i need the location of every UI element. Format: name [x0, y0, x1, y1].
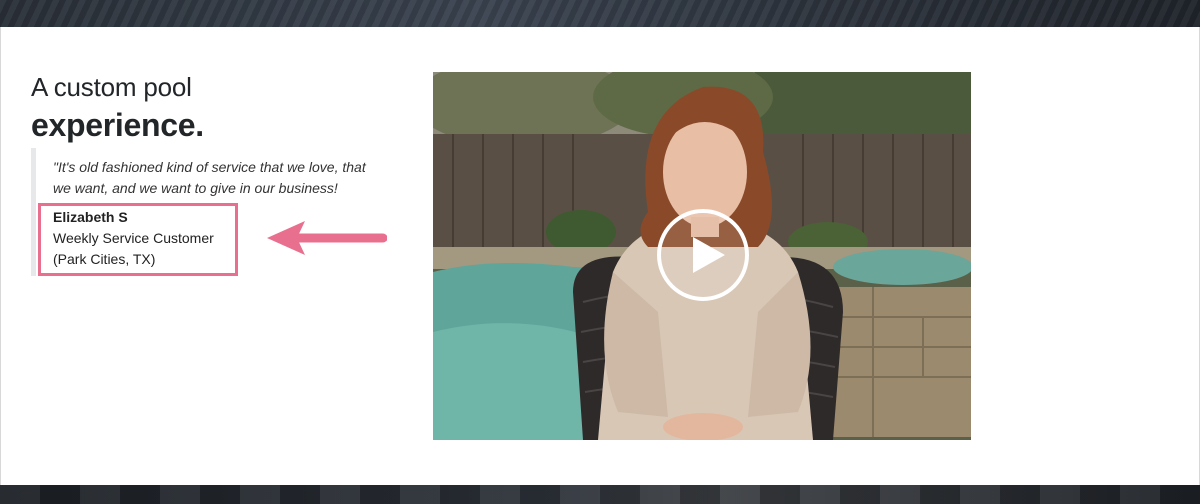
top-banner-strip [0, 0, 1200, 27]
play-icon [693, 237, 725, 273]
heading-line2: experience. [31, 107, 204, 143]
bottom-banner-strip [0, 485, 1200, 504]
annotation-arrow-icon [267, 221, 387, 255]
author-location: (Park Cities, TX) [53, 251, 156, 267]
author-name: Elizabeth S [53, 209, 128, 225]
testimonial-video[interactable] [433, 72, 971, 440]
play-button[interactable] [657, 209, 749, 301]
testimonial-quote: "It's old fashioned kind of service that… [53, 159, 366, 196]
heading-line1: A custom pool [31, 72, 192, 102]
frame-border-left [0, 27, 1, 485]
author-role: Weekly Service Customer [53, 230, 214, 246]
